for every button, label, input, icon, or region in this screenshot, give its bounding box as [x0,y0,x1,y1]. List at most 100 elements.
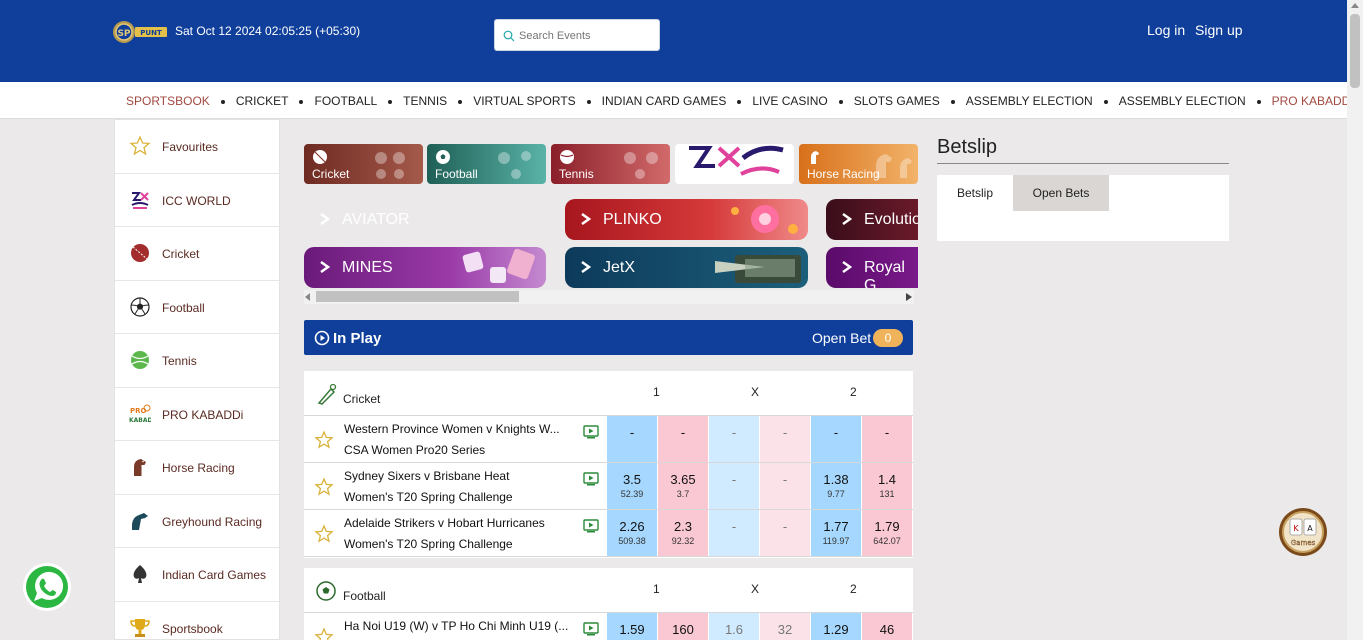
odds-back-cell[interactable]: 1.38 9.77 [811,463,861,509]
odds-back-cell[interactable]: - [811,416,861,462]
odds-back-cell[interactable]: 1.6 [709,613,759,640]
odds-lay-cell[interactable]: 3.65 3.7 [658,463,708,509]
sidebar-item-cricket[interactable]: Cricket [115,227,279,281]
nav-item[interactable]: CRICKET [236,94,315,108]
games-chip-icon[interactable]: K A Games [1278,507,1328,557]
site-logo[interactable]: SP PUNT [113,19,167,45]
match-teams[interactable]: Western Province Women v Knights W... [344,422,560,436]
nav-item[interactable]: FOOTBALL [314,94,403,108]
odds-lay-cell[interactable]: - [760,416,810,462]
table-row[interactable]: Sydney Sixers v Brisbane Heat Women's T20… [304,463,913,510]
sidebar-item-label: Horse Racing [162,461,235,475]
tab-betslip[interactable]: Betslip [937,175,1013,211]
nav-separator-dot [220,99,225,104]
open-bet-label[interactable]: Open Bet [812,330,871,346]
tile-icc-world[interactable] [675,144,794,184]
sidebar-item-tennis[interactable]: Tennis [115,334,279,388]
odds-lay-cell[interactable]: 1.4 131 [862,463,912,509]
odds-back-cell[interactable]: 2.26 509.38 [607,510,657,556]
tile-horse-racing[interactable]: Horse Racing [799,144,918,184]
odds-price: 1.59 [619,622,645,637]
nav-item[interactable]: ASSEMBLY ELECTION [966,94,1119,108]
odds-lay-cell[interactable]: 32 [760,613,810,640]
favourite-star-icon[interactable] [314,627,334,640]
nav-item[interactable]: SLOTS GAMES [854,94,966,108]
game-mines[interactable]: MINES [304,247,546,288]
tile-cricket[interactable]: Cricket [304,144,423,184]
tile-tennis[interactable]: Tennis [551,144,670,184]
live-tv-icon[interactable] [583,622,599,636]
search-box[interactable] [494,19,660,51]
tile-football-label: Football [435,167,478,181]
login-link[interactable]: Log in [1147,22,1185,38]
live-tv-icon[interactable] [583,425,599,439]
match-teams[interactable]: Adelaide Strikers v Hobart Hurricanes [344,516,545,530]
nav-item[interactable]: SPORTSBOOK [126,94,236,108]
favourite-star-icon[interactable] [314,477,334,497]
scroll-left-icon[interactable] [305,293,311,301]
odds-lay-cell[interactable]: 46 [862,613,912,640]
odds-lay-cell[interactable]: 160 [658,613,708,640]
table-row[interactable]: Adelaide Strikers v Hobart Hurricanes Wom… [304,510,913,557]
game-evolution[interactable]: Evolutio [826,199,918,240]
sidebar-item-horse-racing[interactable]: Horse Racing [115,441,279,495]
odds-lay-cell[interactable]: - [760,510,810,556]
open-bet-count-badge[interactable]: 0 [873,329,903,347]
sidebar-item-sportsbook[interactable]: Sportsbook [115,602,279,640]
sidebar-item-favourites[interactable]: Favourites [115,120,279,174]
whatsapp-icon[interactable] [22,562,72,612]
match-teams[interactable]: Ha Noi U19 (W) v TP Ho Chi Minh U19 (... [344,619,568,633]
scroll-up-icon[interactable] [1351,3,1359,8]
scroll-right-icon[interactable] [906,293,912,301]
odds-back-cell[interactable]: 1.29 [811,613,861,640]
nav-item[interactable]: VIRTUAL SPORTS [473,94,601,108]
page-scrollbar[interactable] [1347,0,1363,640]
live-tv-icon[interactable] [583,472,599,486]
odds-back-cell[interactable]: - [709,463,759,509]
odds-lay-cell[interactable]: 2.3 92.32 [658,510,708,556]
odds-lay-cell[interactable]: - [862,416,912,462]
nav-item[interactable]: ASSEMBLY ELECTION [1119,94,1272,108]
search-input[interactable] [519,26,655,46]
games-scrollbar-thumb[interactable] [316,291,519,302]
tile-football[interactable]: Football [427,144,546,184]
odds-back-cell[interactable]: - [709,510,759,556]
sidebar-item-icc-world[interactable]: ICC WORLD [115,174,279,227]
sidebar-item-greyhound-racing[interactable]: Greyhound Racing [115,495,279,548]
game-royal[interactable]: Royal G [826,247,918,288]
sidebar-item-label: PRO KABADDi [162,407,244,422]
match-teams[interactable]: Sydney Sixers v Brisbane Heat [344,469,509,483]
games-scrollbar[interactable] [304,290,914,304]
play-arrow-icon [320,261,330,273]
nav-list: SPORTSBOOK CRICKET FOOTBALL TENNIS VIRTUAL S… [126,94,1363,108]
nav-item[interactable]: LIVE CASINO [752,94,853,108]
pro-kabaddi-icon: PROKABADDI [129,404,151,424]
odds-back-cell[interactable]: 1.59 [607,613,657,640]
nav-item[interactable]: INDIAN CARD GAMES [602,94,753,108]
game-aviator[interactable]: AVIATOR [304,199,546,240]
tab-open-bets[interactable]: Open Bets [1013,175,1109,211]
sidebar-item-pro-kabaddi[interactable]: PROKABADDI PRO KABADDi [115,388,279,441]
odds-back-cell[interactable]: - [607,416,657,462]
play-arrow-icon [842,261,852,273]
favourite-star-icon[interactable] [314,524,334,544]
sidebar-item-indian-card-games[interactable]: Indian Card Games [115,548,279,602]
live-tv-icon[interactable] [583,519,599,533]
odds-lay-cell[interactable]: 1.79 642.07 [862,510,912,556]
table-row[interactable]: Western Province Women v Knights W... CSA… [304,416,913,463]
nav-item[interactable]: TENNIS [403,94,473,108]
odds-back-cell[interactable]: 3.5 52.39 [607,463,657,509]
signup-link[interactable]: Sign up [1195,22,1242,38]
odds-lay-cell[interactable]: - [658,416,708,462]
odds-back-cell[interactable]: 1.77 119.97 [811,510,861,556]
sidebar-item-football[interactable]: Football [115,281,279,334]
favourite-star-icon[interactable] [314,430,334,450]
chip-label: Games [1291,539,1316,547]
cricket-title: Cricket [343,392,381,406]
game-plinko[interactable]: PLINKO [565,199,808,240]
table-row[interactable]: Ha Noi U19 (W) v TP Ho Chi Minh U19 (...… [304,613,913,640]
scrollbar-thumb[interactable] [1350,14,1360,88]
odds-back-cell[interactable]: - [709,416,759,462]
odds-lay-cell[interactable]: - [760,463,810,509]
game-jetx[interactable]: JetX [565,247,808,288]
